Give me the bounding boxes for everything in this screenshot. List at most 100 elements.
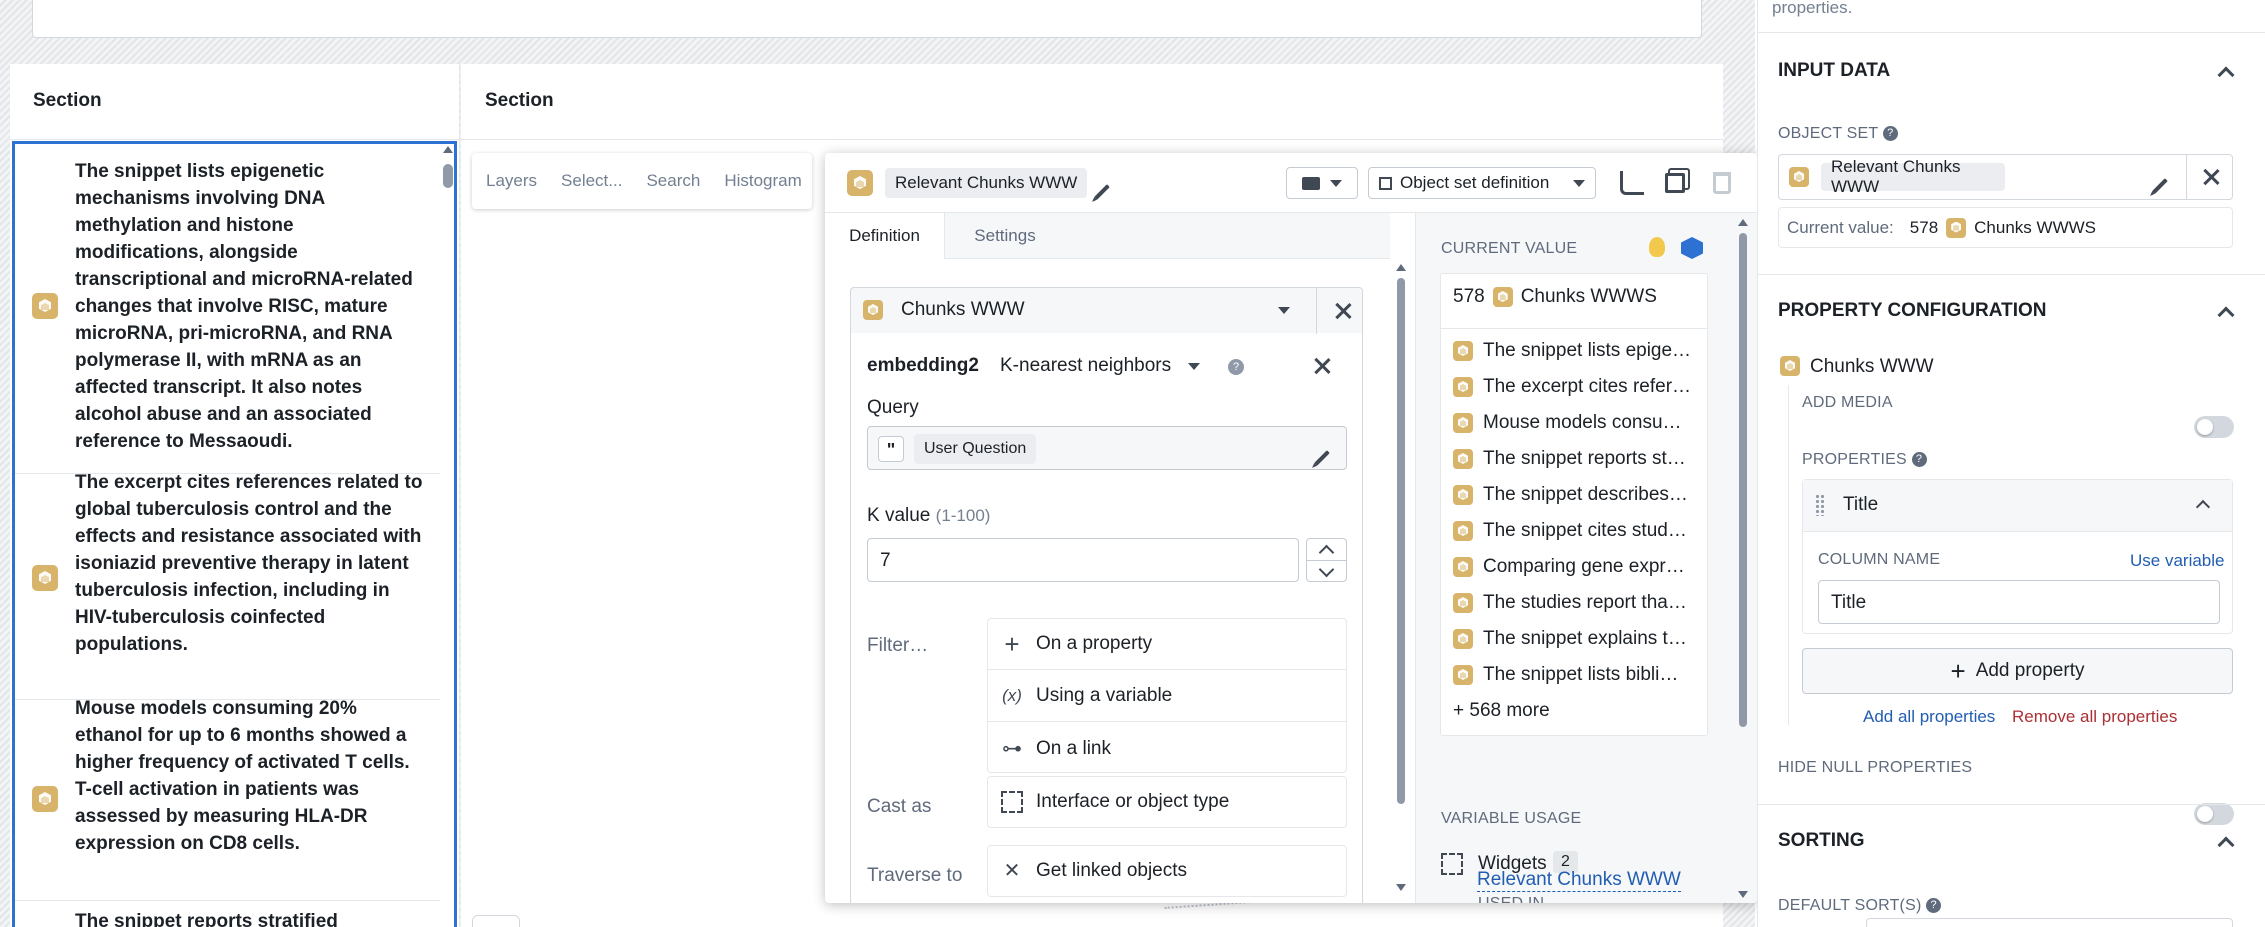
use-variable-link[interactable]: Use variable <box>2130 551 2225 571</box>
filter-on-link[interactable]: ⊶ On a link <box>988 723 1346 774</box>
duplicate-icon[interactable] <box>1665 173 1685 193</box>
chevron-down-icon[interactable] <box>1188 363 1200 370</box>
config-panel: properties. INPUT DATA OBJECT SET ? Rele… <box>1757 0 2265 927</box>
definition-column: Chunks WWW embedding2 K-nearest neighbor… <box>825 259 1406 903</box>
add-all-properties-link[interactable]: Add all properties <box>1863 707 1995 727</box>
list-scrollbar[interactable] <box>443 164 453 188</box>
input-data-heading[interactable]: INPUT DATA <box>1778 60 1890 82</box>
list-item[interactable]: The studies report tha… <box>1453 585 1705 621</box>
traverse-label: Traverse to <box>867 865 963 886</box>
trash-icon[interactable] <box>1713 172 1731 194</box>
help-icon[interactable]: ? <box>1926 898 1942 914</box>
property-config-heading[interactable]: PROPERTY CONFIGURATION <box>1778 300 2046 322</box>
toolbar-search[interactable]: Search <box>646 171 700 191</box>
scroll-up-arrow <box>1396 264 1406 271</box>
list-item[interactable]: Mouse models consuming 20% ethanol for u… <box>15 698 440 901</box>
remove-filter-close-icon[interactable] <box>1314 358 1330 374</box>
list-scroll-up[interactable] <box>443 146 453 153</box>
edit-query-pencil-icon[interactable] <box>1313 447 1331 466</box>
column-name-input[interactable]: Title <box>1818 580 2220 624</box>
editor-tabs: Definition Settings <box>825 213 1390 259</box>
scroll-thumb <box>1739 233 1747 727</box>
used-in-link[interactable]: Relevant Chunks WWW <box>1477 869 1681 892</box>
media-dropdown-button[interactable] <box>1286 167 1358 199</box>
query-field[interactable]: " User Question <box>867 426 1347 470</box>
filter-on-property[interactable]: + On a property <box>988 619 1346 670</box>
remove-all-properties-link[interactable]: Remove all properties <box>2012 707 2177 727</box>
list-item[interactable]: The snippet cites stud… <box>1453 513 1705 549</box>
property-card-header[interactable]: Title <box>1803 480 2232 532</box>
tab-definition[interactable]: Definition <box>825 213 945 259</box>
object-list-widget[interactable]: The snippet lists epigenetic mechanisms … <box>12 141 457 927</box>
help-icon[interactable]: ? <box>1911 452 1927 468</box>
object-set-icon <box>1789 167 1809 187</box>
divider <box>1758 274 2265 275</box>
list-item[interactable]: The snippet reports stratified <box>15 902 440 927</box>
link-icon[interactable] <box>1620 171 1644 195</box>
list-item[interactable]: The snippet lists epige… <box>1453 333 1705 369</box>
collapse-chevron-up-icon[interactable] <box>2195 499 2211 515</box>
list-item[interactable]: The snippet describes… <box>1453 477 1705 513</box>
collapse-chevron-up-icon[interactable] <box>2217 306 2235 324</box>
default-sort-field[interactable] <box>1866 918 2233 927</box>
object-set-field[interactable]: Relevant Chunks WWW <box>1778 154 2233 200</box>
cast-option[interactable]: Interface or object type <box>987 776 1347 828</box>
sorting-heading[interactable]: SORTING <box>1778 830 1865 852</box>
map-zoom-control[interactable] <box>472 915 520 927</box>
remove-base-close-icon[interactable] <box>1335 303 1351 319</box>
filter-using-variable[interactable]: (x) Using a variable <box>988 671 1346 722</box>
toolbar-select[interactable]: Select... <box>561 171 622 191</box>
object-type-icon <box>1492 287 1513 307</box>
object-set-icon <box>847 170 873 196</box>
list-item[interactable]: Mouse models consu… <box>1453 405 1705 441</box>
object-type-icon <box>1453 593 1473 613</box>
variable-icon: (x) <box>1002 686 1022 705</box>
list-item[interactable]: The snippet reports st… <box>1453 441 1705 477</box>
list-item[interactable]: The snippet lists bibli… <box>1453 657 1705 693</box>
increment-chevron-up-icon[interactable] <box>1318 544 1335 561</box>
object-set-editor-popover: Relevant Chunks WWW Object set definitio… <box>825 153 1757 903</box>
object-type-icon <box>1453 665 1473 685</box>
add-property-button[interactable]: + Add property <box>1802 648 2233 694</box>
list-item[interactable]: The excerpt cites references related to … <box>15 472 440 700</box>
k-value-input[interactable]: 7 <box>867 538 1299 582</box>
scroll-down-arrow <box>1396 884 1406 891</box>
edit-object-set-pencil-icon[interactable] <box>2151 175 2169 194</box>
hide-null-toggle[interactable] <box>2194 803 2234 825</box>
scroll-up-arrow <box>1738 219 1748 226</box>
list-item[interactable]: The snippet explains t… <box>1453 621 1705 657</box>
filter-type-select[interactable]: K-nearest neighbors <box>1000 355 1171 377</box>
decrement-chevron-down-icon[interactable] <box>1318 561 1335 578</box>
help-icon[interactable]: ? <box>1882 126 1898 142</box>
drag-handle-icon[interactable] <box>1815 494 1825 516</box>
help-icon[interactable]: ? <box>1228 359 1244 375</box>
current-value-scrollbar[interactable] <box>1738 219 1748 903</box>
object-set-name[interactable]: Relevant Chunks WWW <box>885 168 1088 198</box>
current-value-heading: CURRENT VALUE <box>1441 240 1578 257</box>
more-items[interactable]: + 568 more <box>1453 693 1705 729</box>
collapse-chevron-up-icon[interactable] <box>2217 836 2235 854</box>
traverse-option[interactable]: ✕ Get linked objects <box>987 845 1347 897</box>
collapse-chevron-up-icon[interactable] <box>2217 66 2235 84</box>
object-type-icon <box>1453 521 1473 541</box>
add-media-toggle[interactable] <box>2194 416 2234 438</box>
chevron-down-icon[interactable] <box>1278 307 1290 314</box>
edit-name-pencil-icon[interactable] <box>1093 181 1111 200</box>
list-item[interactable]: The snippet lists epigenetic mechanisms … <box>15 144 440 474</box>
k-value-stepper[interactable] <box>1306 538 1347 582</box>
lightbulb-icon[interactable] <box>1649 237 1665 257</box>
definition-scrollbar[interactable] <box>1396 264 1406 894</box>
chevron-down-icon <box>1573 179 1585 187</box>
tab-settings[interactable]: Settings <box>945 213 1065 259</box>
object-set-definition-dropdown[interactable]: Object set definition <box>1368 167 1596 199</box>
list-item-text: The snippet reports stratified <box>75 911 338 927</box>
copy-icon <box>1379 176 1392 190</box>
graph-icon: ✕ <box>1003 860 1021 882</box>
toolbar-histogram[interactable]: Histogram <box>724 171 801 191</box>
list-item[interactable]: The excerpt cites refer… <box>1453 369 1705 405</box>
object-type-icon <box>1453 557 1473 577</box>
toolbar-layers[interactable]: Layers <box>486 171 537 191</box>
list-item[interactable]: Comparing gene expr… <box>1453 549 1705 585</box>
object-cube-icon[interactable] <box>1681 237 1703 259</box>
clear-object-set-close-icon[interactable] <box>2203 169 2219 185</box>
